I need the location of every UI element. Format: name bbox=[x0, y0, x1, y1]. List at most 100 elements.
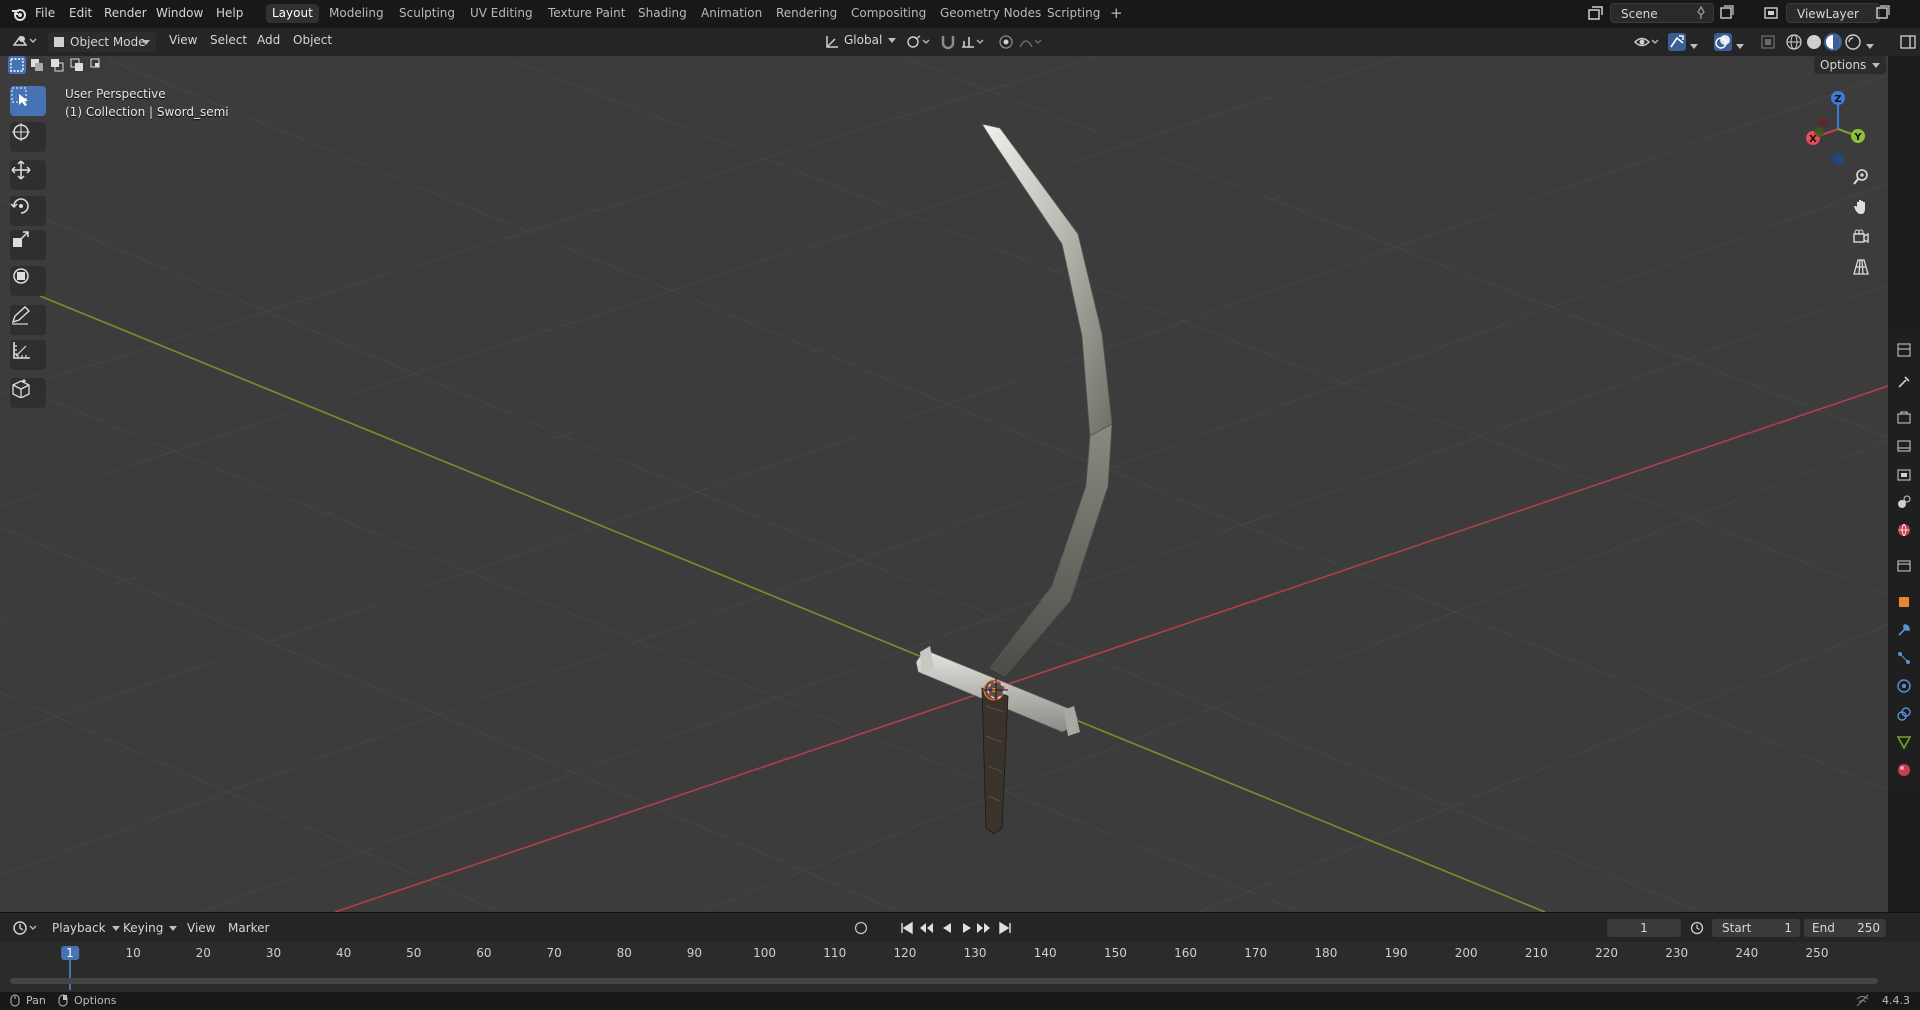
scene-selector-icon[interactable] bbox=[1588, 5, 1606, 24]
gizmo-toggle-icon[interactable] bbox=[1668, 33, 1686, 51]
object-mode-dropdown[interactable]: Object Mode bbox=[48, 32, 156, 52]
proportional-editing-icon[interactable] bbox=[998, 34, 1014, 53]
new-view-layer-icon[interactable] bbox=[1875, 5, 1891, 24]
timeline-area[interactable]: 1 10 20 30 40 50 60 70 80 90 100 110 120 130 140 150 160… bbox=[0, 942, 1920, 992]
menu-view[interactable]: View bbox=[169, 33, 197, 47]
current-frame-indicator[interactable]: 1 bbox=[61, 946, 79, 960]
overlays-dropdown-icon[interactable] bbox=[1736, 39, 1744, 53]
view-layer-field[interactable]: ViewLayer bbox=[1786, 3, 1880, 23]
menu-keying[interactable]: Keying bbox=[123, 921, 178, 935]
jump-keyframe-forward-icon[interactable] bbox=[976, 921, 992, 938]
jump-keyframe-back-icon[interactable] bbox=[918, 921, 934, 938]
select-extend-icon[interactable] bbox=[28, 56, 46, 74]
3d-viewport[interactable]: User Perspective (1) Collection | Sword_… bbox=[0, 56, 1888, 912]
select-subtract-icon[interactable] bbox=[48, 56, 66, 74]
modifier-properties-icon[interactable] bbox=[1896, 622, 1912, 638]
start-frame-field[interactable]: Start 1 bbox=[1712, 919, 1800, 937]
pivot-point-icon[interactable] bbox=[906, 34, 932, 53]
navigation-gizmo[interactable]: Z Y X bbox=[1795, 86, 1875, 166]
jump-start-icon[interactable] bbox=[900, 921, 914, 938]
camera-view-button[interactable] bbox=[1852, 228, 1880, 256]
sword-blade-upper[interactable] bbox=[981, 123, 1113, 437]
playhead-line[interactable] bbox=[69, 960, 71, 990]
tab-texture-paint[interactable]: Texture Paint bbox=[542, 4, 631, 23]
constraints-properties-icon[interactable] bbox=[1896, 706, 1912, 722]
collection-properties-icon[interactable] bbox=[1896, 558, 1912, 574]
visibility-icon[interactable] bbox=[1634, 34, 1660, 53]
physics-properties-icon[interactable] bbox=[1896, 678, 1912, 694]
sidebar-toggle-icon[interactable] bbox=[1900, 34, 1916, 53]
sword-blade-lower[interactable] bbox=[989, 423, 1113, 677]
menu-edit[interactable]: Edit bbox=[69, 6, 92, 20]
rendered-shading-icon[interactable] bbox=[1844, 33, 1862, 54]
menu-render[interactable]: Render bbox=[104, 6, 147, 20]
output-properties-icon[interactable] bbox=[1896, 438, 1912, 454]
current-frame-field[interactable]: 1 bbox=[1607, 919, 1681, 937]
tab-modeling[interactable]: Modeling bbox=[323, 4, 390, 23]
tab-shading[interactable]: Shading bbox=[632, 4, 693, 23]
orientation-dropdown[interactable]: Global bbox=[844, 33, 897, 47]
solid-shading-icon[interactable] bbox=[1805, 33, 1823, 54]
blender-logo-icon[interactable] bbox=[11, 6, 27, 25]
menu-playback[interactable]: Playback bbox=[52, 921, 120, 935]
end-frame-field[interactable]: End 250 bbox=[1804, 919, 1886, 937]
viewlayer-selector-icon[interactable] bbox=[1764, 5, 1782, 24]
render-properties-icon[interactable] bbox=[1896, 410, 1912, 426]
tab-animation[interactable]: Animation bbox=[695, 4, 768, 23]
timeline-scrollbar[interactable] bbox=[10, 978, 1878, 984]
transform-orientation-icon[interactable] bbox=[824, 34, 840, 53]
menu-add[interactable]: Add bbox=[257, 33, 280, 47]
timeline-editor-type-icon[interactable] bbox=[12, 920, 38, 939]
wireframe-shading-icon[interactable] bbox=[1785, 33, 1803, 54]
tool-scale[interactable] bbox=[10, 230, 46, 260]
tab-uv-editing[interactable]: UV Editing bbox=[464, 4, 539, 23]
view-layer-properties-icon[interactable] bbox=[1896, 466, 1912, 482]
tool-cursor[interactable] bbox=[10, 122, 46, 152]
pan-view-button[interactable] bbox=[1852, 198, 1880, 226]
tab-sculpting[interactable]: Sculpting bbox=[393, 4, 461, 23]
tab-scripting[interactable]: Scripting bbox=[1041, 4, 1106, 23]
menu-select[interactable]: Select bbox=[210, 33, 247, 47]
tab-rendering[interactable]: Rendering bbox=[770, 4, 843, 23]
xray-toggle-icon[interactable] bbox=[1760, 34, 1776, 53]
menu-file[interactable]: File bbox=[35, 6, 55, 20]
menu-help[interactable]: Help bbox=[216, 6, 243, 20]
menu-window[interactable]: Window bbox=[156, 6, 203, 20]
tool-select-box[interactable] bbox=[10, 86, 46, 116]
material-properties-icon[interactable] bbox=[1896, 762, 1912, 778]
falloff-icon[interactable] bbox=[1018, 34, 1044, 53]
shading-dropdown-icon[interactable] bbox=[1866, 39, 1874, 53]
menu-timeline-view[interactable]: View bbox=[187, 921, 215, 935]
gizmo-dropdown-icon[interactable] bbox=[1690, 39, 1698, 53]
jump-end-icon[interactable] bbox=[998, 921, 1012, 938]
menu-marker[interactable]: Marker bbox=[228, 921, 269, 935]
tab-layout[interactable]: Layout bbox=[266, 4, 319, 23]
viewport-options-dropdown[interactable]: Options bbox=[1814, 56, 1887, 74]
toggle-perspective-button[interactable] bbox=[1852, 258, 1880, 286]
snap-target-icon[interactable] bbox=[960, 34, 986, 53]
auto-keying-icon[interactable] bbox=[854, 921, 868, 938]
preview-range-clock-icon[interactable] bbox=[1690, 921, 1704, 938]
data-properties-icon[interactable] bbox=[1896, 734, 1912, 750]
menu-object[interactable]: Object bbox=[293, 33, 332, 47]
play-reverse-icon[interactable] bbox=[940, 921, 954, 938]
new-scene-icon[interactable] bbox=[1719, 5, 1735, 24]
material-preview-shading-icon[interactable] bbox=[1824, 33, 1842, 51]
pin-icon[interactable] bbox=[1694, 5, 1708, 23]
tab-compositing[interactable]: Compositing bbox=[845, 4, 932, 23]
tool-move[interactable] bbox=[10, 160, 46, 190]
tool-transform[interactable] bbox=[10, 266, 46, 296]
play-icon[interactable] bbox=[960, 921, 974, 938]
sword-handle[interactable] bbox=[981, 687, 1009, 835]
select-new-icon[interactable] bbox=[8, 56, 26, 74]
properties-editor-icon[interactable] bbox=[1896, 342, 1912, 358]
add-workspace-button[interactable]: + bbox=[1104, 4, 1129, 23]
tool-annotate[interactable] bbox=[10, 305, 46, 335]
editor-type-icon[interactable] bbox=[12, 33, 38, 52]
snap-icon[interactable] bbox=[940, 34, 956, 53]
scene-properties-icon[interactable] bbox=[1896, 494, 1912, 510]
particles-properties-icon[interactable] bbox=[1896, 650, 1912, 666]
select-invert-icon[interactable] bbox=[68, 56, 86, 74]
overlays-toggle-icon[interactable] bbox=[1714, 33, 1732, 51]
world-properties-icon[interactable] bbox=[1896, 522, 1912, 538]
